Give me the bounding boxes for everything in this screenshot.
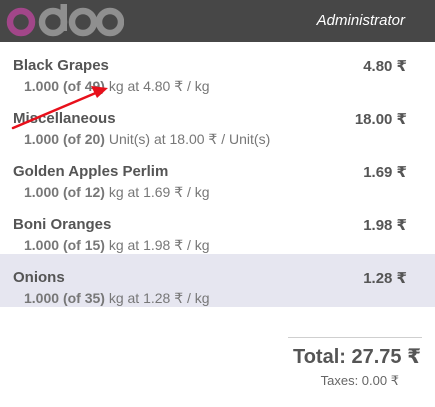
line-info: 1.000 (of 12) kg at 1.69 ₹ / kg <box>24 184 210 201</box>
line-qty: 1.000 <box>24 78 60 94</box>
line-price: 1.69 ₹ <box>363 164 407 181</box>
product-name: Boni Oranges <box>13 216 112 233</box>
line-detail: kg at 4.80 ₹ / kg <box>108 78 210 94</box>
line-detail: kg at 1.28 ₹ / kg <box>108 290 210 306</box>
line-stock: (of 35) <box>62 290 105 306</box>
line-stock: (of 12) <box>62 184 105 200</box>
line-price: 4.80 ₹ <box>363 58 407 75</box>
product-name: Golden Apples Perlim <box>13 163 169 180</box>
line-info: 1.000 (of 20) Unit(s) at 18.00 ₹ / Unit(… <box>24 131 270 148</box>
line-qty: 1.000 <box>24 131 60 147</box>
product-name: Onions <box>13 269 65 286</box>
order-line[interactable]: Black Grapes 4.80 ₹ 1.000 (of 49) kg at … <box>0 42 435 95</box>
line-stock: (of 49) <box>62 78 105 94</box>
line-detail: kg at 1.98 ₹ / kg <box>108 237 210 253</box>
line-detail: kg at 1.69 ₹ / kg <box>108 184 210 200</box>
line-price: 1.28 ₹ <box>363 270 407 287</box>
product-name: Miscellaneous <box>13 110 116 127</box>
order-total: Total: 27.75 ₹ <box>292 346 421 368</box>
order-line-selected[interactable]: Onions 1.28 ₹ 1.000 (of 35) kg at 1.28 ₹… <box>0 254 435 307</box>
topbar: odoo Administrator <box>0 0 435 42</box>
line-price: 1.98 ₹ <box>363 217 407 234</box>
line-detail: Unit(s) at 18.00 ₹ / Unit(s) <box>108 131 271 147</box>
line-info: 1.000 (of 15) kg at 1.98 ₹ / kg <box>24 237 210 254</box>
line-info: 1.000 (of 35) kg at 1.28 ₹ / kg <box>24 290 210 307</box>
product-name: Black Grapes <box>13 57 109 74</box>
order-line[interactable]: Golden Apples Perlim 1.69 ₹ 1.000 (of 12… <box>0 148 435 201</box>
order-lines: Black Grapes 4.80 ₹ 1.000 (of 49) kg at … <box>0 42 435 307</box>
line-qty: 1.000 <box>24 290 60 306</box>
line-stock: (of 20) <box>62 131 105 147</box>
line-qty: 1.000 <box>24 237 60 253</box>
order-line[interactable]: Miscellaneous 18.00 ₹ 1.000 (of 20) Unit… <box>0 95 435 148</box>
line-price: 18.00 ₹ <box>354 111 407 128</box>
line-info: 1.000 (of 49) kg at 4.80 ₹ / kg <box>24 78 210 95</box>
current-user[interactable]: Administrator <box>317 12 405 29</box>
line-qty: 1.000 <box>24 184 60 200</box>
odoo-logo[interactable]: odoo <box>4 4 124 38</box>
order-line[interactable]: Boni Oranges 1.98 ₹ 1.000 (of 15) kg at … <box>0 201 435 254</box>
summary-divider <box>288 337 422 338</box>
order-taxes: Taxes: 0.00 ₹ <box>320 373 399 388</box>
line-stock: (of 15) <box>62 237 105 253</box>
